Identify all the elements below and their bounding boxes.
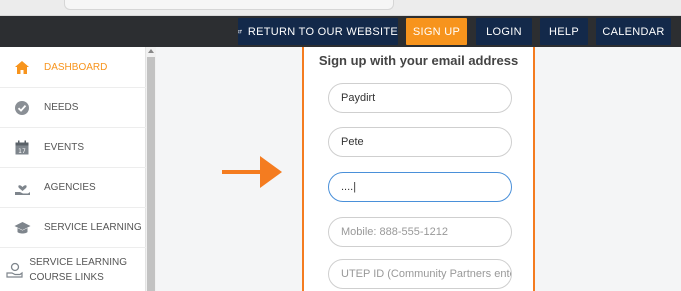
hand-heart-icon [0, 180, 44, 196]
sidebar-item-events[interactable]: 17 EVENTS [0, 128, 146, 168]
sidebar-item-label: EVENTS [44, 142, 85, 153]
browser-top-strip [0, 0, 681, 16]
sidebar-item-service-learning[interactable]: SERVICE LEARNING [0, 208, 146, 248]
sidebar-item-agencies[interactable]: AGENCIES [0, 168, 146, 208]
mobile-field[interactable]: Mobile: 888-555-1212 [328, 217, 512, 247]
utep-id-field[interactable]: UTEP ID (Community Partners ente [328, 259, 512, 289]
external-link-icon [238, 29, 242, 34]
scrollbar-thumb[interactable] [147, 57, 155, 291]
signup-title: Sign up with your email address [318, 53, 519, 68]
first-name-field[interactable]: Paydirt [328, 83, 512, 113]
sidebar: DASHBOARD NEEDS 17 EVENTS AGENCIES SERVI… [0, 47, 146, 291]
last-name-field[interactable]: Pete [328, 127, 512, 157]
sidebar-item-dashboard[interactable]: DASHBOARD [0, 47, 146, 88]
sidebar-item-label: SERVICE LEARNING [44, 222, 142, 233]
sidebar-item-label: SERVICE LEARNING COURSE LINKS [29, 256, 127, 283]
calendar-button[interactable]: CALENDAR [596, 18, 671, 45]
top-navbar: RETURN TO OUR WEBSITE SIGN UP LOGIN HELP… [0, 16, 681, 47]
signup-card: Sign up with your email address Paydirt … [302, 47, 535, 291]
calendar-icon: 17 [0, 140, 44, 156]
sidebar-item-label: AGENCIES [44, 182, 96, 193]
help-button[interactable]: HELP [540, 18, 588, 45]
sidebar-item-label: NEEDS [44, 102, 79, 113]
annotation-arrow-icon [260, 156, 282, 188]
scroll-up-arrow-icon[interactable] [148, 49, 154, 53]
sidebar-item-label: DASHBOARD [44, 61, 108, 73]
login-button[interactable]: LOGIN [476, 18, 532, 45]
graduation-cap-icon [0, 221, 44, 235]
signup-button[interactable]: SIGN UP [406, 18, 467, 45]
sidebar-item-service-learning-course-links[interactable]: SERVICE LEARNING COURSE LINKS [0, 248, 146, 291]
hand-link-icon [0, 262, 29, 278]
password-field[interactable]: ....| [328, 172, 512, 202]
browser-tab[interactable] [64, 0, 394, 10]
annotation-arrow-shaft [222, 170, 264, 174]
sidebar-scrollbar[interactable] [146, 47, 156, 291]
return-to-website-label: RETURN TO OUR WEBSITE [247, 25, 398, 38]
home-icon [0, 60, 44, 75]
svg-text:17: 17 [18, 148, 26, 155]
check-circle-icon [0, 100, 44, 116]
sidebar-item-needs[interactable]: NEEDS [0, 88, 146, 128]
return-to-website-button[interactable]: RETURN TO OUR WEBSITE [238, 18, 398, 45]
